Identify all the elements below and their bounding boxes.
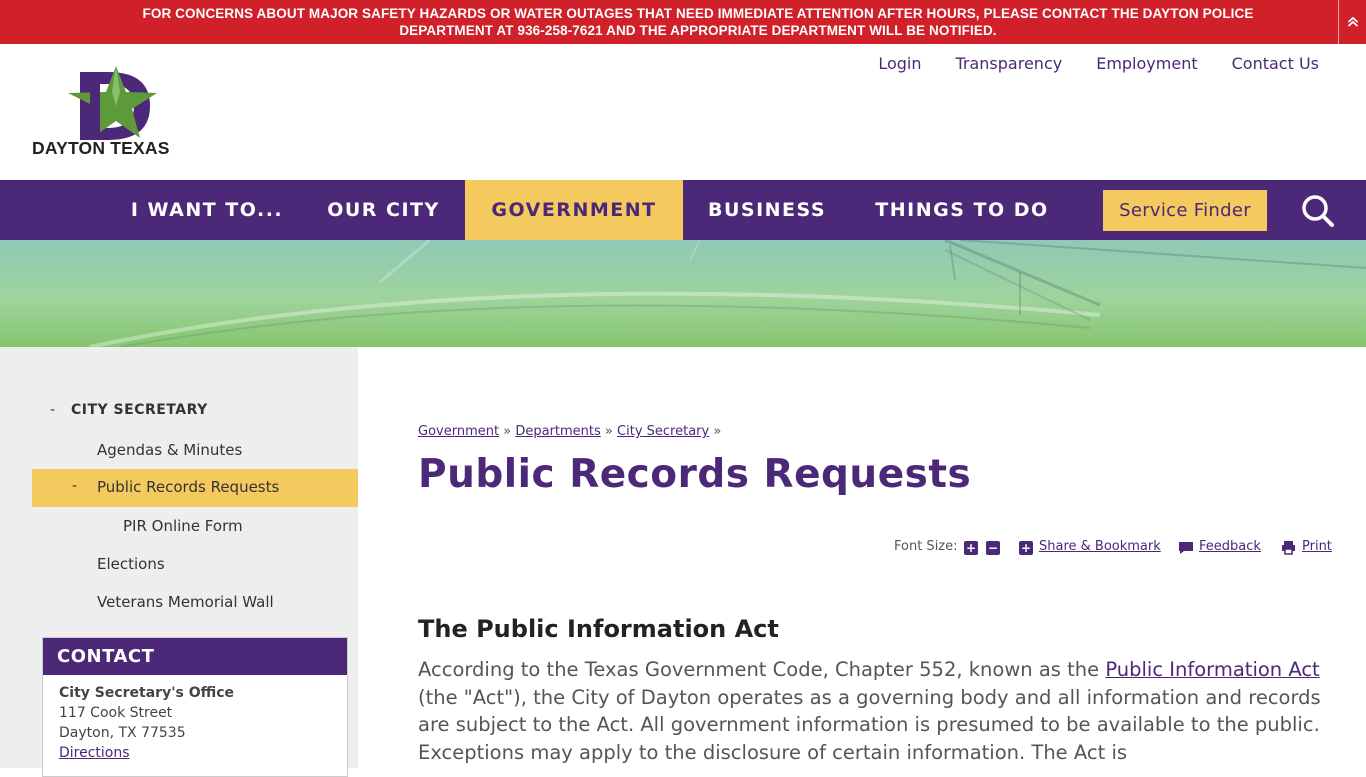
paragraph-text-start: According to the Texas Government Code, …: [418, 658, 1106, 681]
print-link[interactable]: Print: [1302, 539, 1332, 554]
sidebar-item-elections[interactable]: Elections: [97, 555, 165, 573]
contact-city: Dayton, TX 77535: [59, 725, 186, 741]
alert-line-2: DEPARTMENT AT 936-258-7621 AND THE APPRO…: [399, 23, 997, 38]
sidebar-item-public-records-requests[interactable]: - Public Records Requests: [32, 469, 358, 507]
collapse-dash-icon[interactable]: -: [50, 402, 55, 418]
breadcrumb-departments[interactable]: Departments: [515, 424, 600, 439]
font-decrease-button[interactable]: −: [986, 541, 1000, 555]
nav-things-to-do[interactable]: THINGS TO DO: [851, 180, 1073, 240]
city-logo[interactable]: DAYTON TEXAS: [30, 66, 200, 160]
employment-link[interactable]: Employment: [1096, 54, 1197, 73]
section-heading: The Public Information Act: [418, 615, 779, 643]
hero-banner-image: [0, 240, 1366, 347]
nav-i-want-to[interactable]: I WANT TO...: [112, 180, 302, 240]
page-tools: Font Size: + − + Share & Bookmark Feedba…: [894, 538, 1334, 558]
breadcrumb-separator: »: [503, 424, 512, 439]
nav-government[interactable]: GOVERNMENT: [465, 180, 683, 240]
page-title: Public Records Requests: [418, 452, 972, 497]
feedback-icon: [1179, 542, 1193, 554]
share-bookmark-link[interactable]: Share & Bookmark: [1039, 539, 1161, 554]
nav-business[interactable]: BUSINESS: [683, 180, 851, 240]
collapse-dash-icon[interactable]: -: [72, 478, 77, 494]
contact-details: City Secretary's Office 117 Cook Street …: [43, 675, 347, 763]
sidebar-item-agendas-minutes[interactable]: Agendas & Minutes: [97, 441, 242, 459]
paragraph-text-end: (the "Act"), the City of Dayton operates…: [418, 685, 1321, 764]
contact-widget: CONTACT City Secretary's Office 117 Cook…: [42, 637, 348, 777]
feedback-link[interactable]: Feedback: [1199, 539, 1261, 554]
emergency-alert-bar: FOR CONCERNS ABOUT MAJOR SAFETY HAZARDS …: [0, 0, 1366, 44]
sidebar-item-label: Public Records Requests: [97, 478, 280, 496]
contact-office-name: City Secretary's Office: [59, 685, 235, 701]
font-size-label: Font Size:: [894, 539, 958, 554]
alert-line-1: FOR CONCERNS ABOUT MAJOR SAFETY HAZARDS …: [142, 6, 1254, 21]
nav-our-city[interactable]: OUR CITY: [302, 180, 465, 240]
dayton-star-logo-icon: [68, 66, 157, 140]
utility-nav: Login Transparency Employment Contact Us: [878, 54, 1319, 73]
transparency-link[interactable]: Transparency: [955, 54, 1062, 73]
print-icon: [1282, 541, 1295, 555]
breadcrumb-government[interactable]: Government: [418, 424, 499, 439]
alert-message: FOR CONCERNS ABOUT MAJOR SAFETY HAZARDS …: [60, 5, 1336, 39]
sidebar-item-veterans-memorial-wall[interactable]: Veterans Memorial Wall: [97, 593, 274, 611]
search-icon: [1302, 195, 1334, 227]
search-button[interactable]: [1300, 193, 1336, 229]
main-nav: I WANT TO... OUR CITY GOVERNMENT BUSINES…: [0, 180, 1366, 240]
login-link[interactable]: Login: [878, 54, 921, 73]
contact-heading: CONTACT: [43, 638, 347, 675]
sidebar: - CITY SECRETARY Agendas & Minutes - Pub…: [0, 347, 358, 777]
directions-link[interactable]: Directions: [59, 743, 347, 763]
sidebar-item-pir-online-form[interactable]: PIR Online Form: [123, 517, 243, 535]
contact-street: 117 Cook Street: [59, 705, 173, 721]
breadcrumb-separator: »: [604, 424, 613, 439]
contact-us-link[interactable]: Contact Us: [1232, 54, 1319, 73]
intro-paragraph: According to the Texas Government Code, …: [418, 656, 1328, 766]
breadcrumb: Government » Departments » City Secretar…: [418, 424, 721, 439]
breadcrumb-city-secretary[interactable]: City Secretary: [617, 424, 709, 439]
water-tower-illustration-icon: [89, 240, 1366, 347]
public-information-act-link[interactable]: Public Information Act: [1105, 658, 1319, 681]
share-plus-icon: +: [1019, 541, 1033, 555]
double-chevron-up-icon: [1347, 16, 1358, 27]
alert-collapse-button[interactable]: [1338, 0, 1366, 44]
breadcrumb-separator: »: [713, 424, 722, 439]
service-finder-button[interactable]: Service Finder: [1103, 190, 1267, 231]
logo-text: DAYTON TEXAS: [32, 138, 170, 158]
sidebar-heading-city-secretary[interactable]: CITY SECRETARY: [71, 402, 208, 418]
font-increase-button[interactable]: +: [964, 541, 978, 555]
